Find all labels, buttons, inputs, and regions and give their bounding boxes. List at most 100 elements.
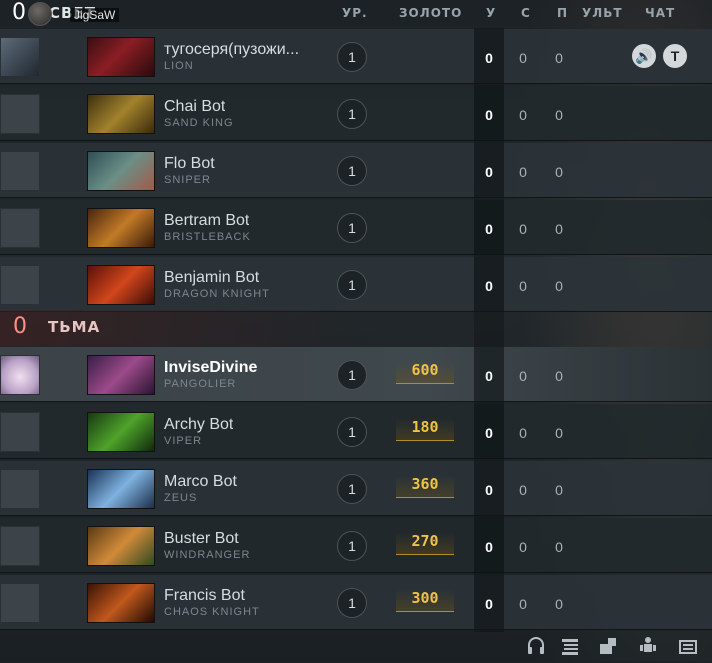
- radiant-row-1[interactable]: тугосеря(пузожи... LION 1 0 0 0 🔊 T: [0, 29, 712, 84]
- hero-portrait-viper: [87, 412, 155, 452]
- player-avatar[interactable]: [0, 469, 40, 509]
- hero-portrait-bristleback: [87, 208, 155, 248]
- hero-portrait-pangolier: [87, 355, 155, 395]
- scoreboard-header: 0 СВЕТ JigSaW УР. ЗОЛОТО У С П УЛЬТ ЧАТ: [0, 0, 712, 28]
- dire-team-header: 0 ТЬМА: [0, 310, 712, 346]
- assists: 0: [555, 482, 563, 498]
- text-mute-button[interactable]: T: [663, 44, 687, 68]
- list-icon[interactable]: [558, 635, 582, 659]
- col-level: УР.: [342, 6, 368, 20]
- deaths: 0: [519, 425, 527, 441]
- hero-name: VIPER: [164, 435, 203, 447]
- user-avatar[interactable]: [28, 2, 52, 26]
- hero-portrait-sand-king: [87, 94, 155, 134]
- assists: 0: [555, 221, 563, 237]
- hero-level: 1: [337, 417, 367, 447]
- headset-icon[interactable]: [524, 635, 548, 659]
- hero-name: LION: [164, 60, 194, 72]
- radiant-row-4[interactable]: Bertram Bot BRISTLEBACK 1 0 0 0: [0, 200, 712, 255]
- dire-score: 0: [13, 314, 27, 339]
- player-avatar[interactable]: [0, 583, 40, 623]
- dire-row-5[interactable]: Francis Bot CHAOS KNIGHT 1 300 0 0 0: [0, 575, 712, 630]
- hero-level: 1: [337, 270, 367, 300]
- kills: 0: [474, 404, 504, 458]
- kills: 0: [474, 86, 504, 140]
- hero-portrait-chaos-knight: [87, 583, 155, 623]
- player-avatar[interactable]: [0, 355, 40, 395]
- hero-level: 1: [337, 474, 367, 504]
- courier-icon[interactable]: [596, 635, 620, 659]
- radiant-row-5[interactable]: Benjamin Bot DRAGON KNIGHT 1 0 0 0: [0, 257, 712, 312]
- player-avatar[interactable]: [0, 94, 40, 134]
- dire-row-2[interactable]: Archy Bot VIPER 1 180 0 0 0: [0, 404, 712, 459]
- kills: 0: [474, 575, 504, 629]
- hero-icon[interactable]: [636, 635, 660, 659]
- footer-toolbar: [0, 632, 712, 661]
- player-name[interactable]: Bertram Bot: [164, 212, 249, 230]
- radiant-row-2[interactable]: Chai Bot SAND KING 1 0 0 0: [0, 86, 712, 141]
- deaths: 0: [519, 221, 527, 237]
- assists: 0: [555, 425, 563, 441]
- hero-level: 1: [337, 156, 367, 186]
- hero-name: CHAOS KNIGHT: [164, 606, 260, 618]
- kills: 0: [474, 257, 504, 311]
- player-avatar[interactable]: [0, 151, 40, 191]
- deaths: 0: [519, 107, 527, 123]
- assists: 0: [555, 107, 563, 123]
- hero-name: SNIPER: [164, 174, 211, 186]
- hero-name: SAND KING: [164, 117, 234, 129]
- voice-mute-button[interactable]: 🔊: [632, 44, 656, 68]
- player-name[interactable]: Buster Bot: [164, 530, 239, 548]
- player-avatar[interactable]: [0, 526, 40, 566]
- player-name[interactable]: Archy Bot: [164, 416, 233, 434]
- player-avatar[interactable]: [0, 37, 40, 77]
- hero-level: 1: [337, 531, 367, 561]
- gold-amount: 360: [396, 475, 454, 498]
- kills: 0: [474, 347, 504, 401]
- hero-portrait-zeus: [87, 469, 155, 509]
- deaths: 0: [519, 368, 527, 384]
- deaths: 0: [519, 539, 527, 555]
- deaths: 0: [519, 164, 527, 180]
- hero-portrait-sniper: [87, 151, 155, 191]
- hero-name: ZEUS: [164, 492, 198, 504]
- player-avatar[interactable]: [0, 208, 40, 248]
- player-name[interactable]: тугосеря(пузожи...: [164, 41, 299, 59]
- gold-amount: 180: [396, 418, 454, 441]
- kills: 0: [474, 29, 504, 83]
- kills: 0: [474, 200, 504, 254]
- hero-level: 1: [337, 213, 367, 243]
- col-ult: УЛЬТ: [582, 6, 623, 20]
- col-gold: ЗОЛОТО: [399, 6, 463, 20]
- col-kills: У: [486, 6, 497, 20]
- radiant-row-3[interactable]: Flo Bot SNIPER 1 0 0 0: [0, 143, 712, 198]
- hero-portrait-windranger: [87, 526, 155, 566]
- assists: 0: [555, 278, 563, 294]
- kills: 0: [474, 143, 504, 197]
- dire-row-4[interactable]: Buster Bot WINDRANGER 1 270 0 0 0: [0, 518, 712, 573]
- gold-amount: 300: [396, 589, 454, 612]
- hero-portrait-lion: [87, 37, 155, 77]
- player-name[interactable]: Benjamin Bot: [164, 269, 259, 287]
- kills: 0: [474, 461, 504, 515]
- deaths: 0: [519, 596, 527, 612]
- player-name[interactable]: InviseDivine: [164, 359, 257, 377]
- hero-level: 1: [337, 360, 367, 390]
- col-deaths: С: [521, 6, 531, 20]
- player-name[interactable]: Marco Bot: [164, 473, 237, 491]
- player-name[interactable]: Flo Bot: [164, 155, 215, 173]
- player-avatar[interactable]: [0, 265, 40, 305]
- player-name[interactable]: Francis Bot: [164, 587, 245, 605]
- user-name: JigSaW: [70, 8, 120, 22]
- player-avatar[interactable]: [0, 412, 40, 452]
- hero-name: PANGOLIER: [164, 378, 237, 390]
- dire-row-1[interactable]: InviseDivine PANGOLIER 1 600 0 0 0: [0, 347, 712, 402]
- hero-portrait-dragon-knight: [87, 265, 155, 305]
- hero-level: 1: [337, 99, 367, 129]
- player-name[interactable]: Chai Bot: [164, 98, 225, 116]
- gold-amount: 600: [396, 361, 454, 384]
- gold-amount: 270: [396, 532, 454, 555]
- assists: 0: [555, 164, 563, 180]
- scoreboard-icon[interactable]: [676, 635, 700, 659]
- dire-row-3[interactable]: Marco Bot ZEUS 1 360 0 0 0: [0, 461, 712, 516]
